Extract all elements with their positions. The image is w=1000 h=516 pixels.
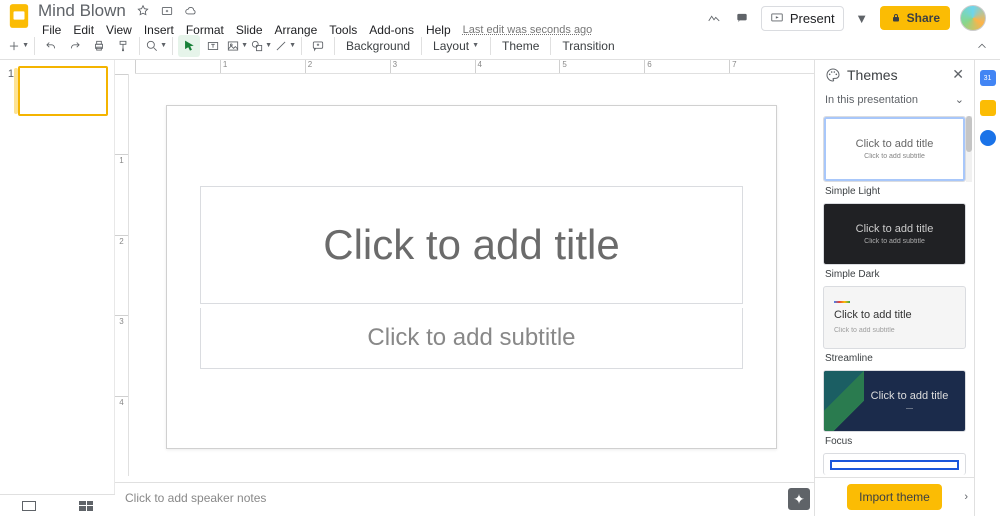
redo-button[interactable] <box>64 35 86 57</box>
zoom-button[interactable]: ▼ <box>145 35 167 57</box>
ruler-horizontal[interactable]: 1 2 3 4 5 6 7 <box>135 60 814 74</box>
image-button[interactable]: ▼ <box>226 35 248 57</box>
paint-format-button[interactable] <box>112 35 134 57</box>
comment-button[interactable] <box>307 35 329 57</box>
chevron-right-icon[interactable]: › <box>964 491 968 503</box>
theme-streamline[interactable]: Click to add title Click to add subtitle <box>823 286 966 349</box>
grid-view-button[interactable] <box>79 501 93 511</box>
select-tool[interactable] <box>178 35 200 57</box>
themes-title: Themes <box>847 67 898 83</box>
filmstrip-view-button[interactable] <box>22 501 36 511</box>
explore-button[interactable]: ✦ <box>788 488 810 510</box>
theme-label: Simple Light <box>823 186 966 199</box>
textbox-button[interactable] <box>202 35 224 57</box>
theme-next-peek[interactable] <box>823 453 966 475</box>
theme-simple-dark[interactable]: Click to add title Click to add subtitle <box>823 203 966 265</box>
themes-list[interactable]: Click to add title Click to add subtitle… <box>815 112 974 477</box>
slide-thumbnail-1[interactable] <box>18 66 108 116</box>
present-label: Present <box>790 11 835 26</box>
move-icon[interactable] <box>158 2 176 20</box>
themes-section-toggle[interactable]: In this presentation ⌄ <box>815 89 974 112</box>
ruler-vertical[interactable]: 1 2 3 4 <box>115 74 129 476</box>
account-avatar[interactable] <box>960 5 986 31</box>
present-dropdown[interactable]: ▼ <box>854 5 870 31</box>
background-button[interactable]: Background <box>340 35 416 57</box>
line-button[interactable]: ▼ <box>274 35 296 57</box>
activity-icon[interactable] <box>705 9 723 27</box>
panel-scrollbar[interactable] <box>966 116 972 182</box>
tasks-addon-icon[interactable] <box>980 130 996 146</box>
star-icon[interactable] <box>134 2 152 20</box>
undo-button[interactable] <box>40 35 62 57</box>
subtitle-placeholder[interactable]: Click to add subtitle <box>200 308 743 369</box>
canvas-area: 1 2 3 4 5 6 7 1 2 3 4 Click to add title… <box>115 60 814 516</box>
theme-button[interactable]: Theme <box>496 35 545 57</box>
chevron-down-icon: ⌄ <box>955 93 964 106</box>
theme-label: Focus <box>823 436 966 449</box>
comments-icon[interactable] <box>733 9 751 27</box>
theme-focus[interactable]: Click to add title — <box>823 370 966 432</box>
side-rail <box>974 60 1000 516</box>
theme-label: Streamline <box>823 353 966 366</box>
themes-icon <box>825 67 841 83</box>
calendar-addon-icon[interactable] <box>980 70 996 86</box>
import-theme-button[interactable]: Import theme <box>847 484 942 510</box>
filmstrip[interactable]: 1 <box>0 60 115 516</box>
shape-button[interactable]: ▼ <box>250 35 272 57</box>
slides-logo[interactable] <box>8 2 30 30</box>
close-panel-icon[interactable]: ✕ <box>952 66 964 83</box>
slide-canvas[interactable]: Click to add title Click to add subtitle <box>166 105 778 449</box>
new-slide-button[interactable]: ▼ <box>7 35 29 57</box>
theme-simple-light[interactable]: Click to add title Click to add subtitle <box>823 116 966 182</box>
layout-button[interactable]: Layout▼ <box>427 35 485 57</box>
themes-panel: Themes ✕ In this presentation ⌄ Click to… <box>814 60 974 516</box>
cloud-status-icon[interactable] <box>182 2 200 20</box>
speaker-notes[interactable]: Click to add speaker notes <box>115 482 814 516</box>
print-button[interactable] <box>88 35 110 57</box>
slide-number: 1 <box>4 66 14 80</box>
transition-button[interactable]: Transition <box>556 35 620 57</box>
present-button[interactable]: Present <box>761 6 844 31</box>
collapse-toolbar-icon[interactable] <box>971 35 993 57</box>
view-switcher <box>0 494 115 516</box>
share-button[interactable]: Share <box>880 6 950 30</box>
doc-title[interactable]: Mind Blown <box>36 1 128 21</box>
toolbar: ▼ ▼ ▼ ▼ ▼ Background Layout▼ Theme Trans… <box>0 32 1000 60</box>
keep-addon-icon[interactable] <box>980 100 996 116</box>
share-label: Share <box>907 11 940 25</box>
theme-label: Simple Dark <box>823 269 966 282</box>
title-placeholder[interactable]: Click to add title <box>200 186 743 304</box>
